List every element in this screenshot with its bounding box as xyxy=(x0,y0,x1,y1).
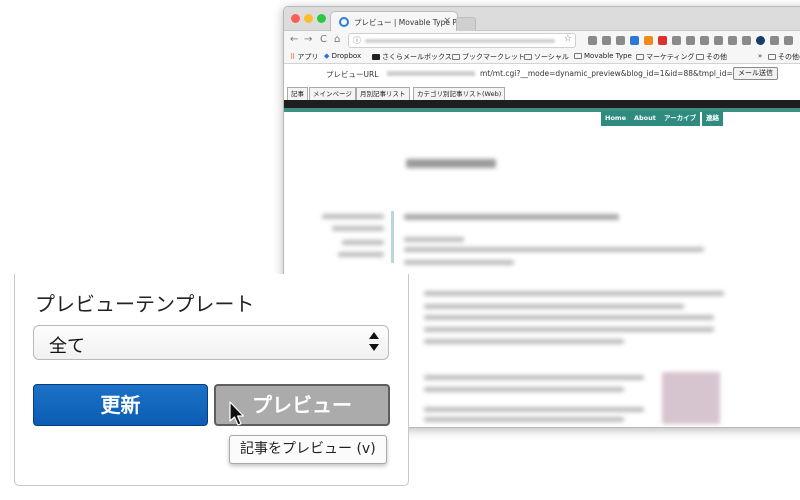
tab-entry[interactable]: 記事 xyxy=(287,87,308,100)
blurred-url-host xyxy=(387,71,475,76)
extension-icon[interactable] xyxy=(588,36,597,45)
tab-strip: プレビュー | Movable Type Pro × xyxy=(284,7,800,32)
preview-url-row: プレビューURL mt/mt.cgi?__mode=dynamic_previe… xyxy=(284,65,800,83)
dropbox-icon: ◆ xyxy=(324,52,330,60)
preview-template-panel: プレビューテンプレート 全て 更新 プレビュー 記事をプレビュー (v) xyxy=(14,274,409,486)
extension-icon[interactable] xyxy=(630,36,639,45)
extension-icon[interactable] xyxy=(616,36,625,45)
folder-icon xyxy=(524,54,532,60)
bookmark-folder-social[interactable]: ソーシャル xyxy=(524,52,569,62)
forward-icon[interactable]: → xyxy=(304,34,312,45)
preview-template-selected-value: 全て xyxy=(49,336,85,357)
send-mail-button[interactable]: メール送信 xyxy=(733,67,778,80)
tab-main-page[interactable]: メインページ xyxy=(309,87,356,100)
reload-icon[interactable]: C xyxy=(320,34,327,45)
extension-icon[interactable] xyxy=(658,36,667,45)
bookmark-star-icon[interactable]: ☆ xyxy=(564,34,572,44)
close-window-button[interactable] xyxy=(291,14,300,23)
sakura-icon xyxy=(372,54,380,60)
extension-icon[interactable] xyxy=(770,36,779,45)
url-input[interactable]: ⓘ ☆ xyxy=(348,33,576,48)
new-tab-button[interactable] xyxy=(456,17,476,31)
site-info-icon[interactable]: ⓘ xyxy=(353,35,361,46)
extension-icon[interactable] xyxy=(714,36,723,45)
bookmark-folder-other-bookmarks[interactable]: その他の xyxy=(768,52,800,62)
tab-preview[interactable]: プレビュー | Movable Type Pro × xyxy=(330,11,464,32)
extension-icon[interactable] xyxy=(672,36,681,45)
tab-category-archive[interactable]: カテゴリ別記事リスト(Web) xyxy=(413,87,506,100)
extension-icon[interactable] xyxy=(686,36,695,45)
extension-icon[interactable] xyxy=(700,36,709,45)
template-tabs: 記事 メインページ 月別記事リスト カテゴリ別記事リスト(Web) xyxy=(284,87,800,100)
home-icon[interactable]: ⌂ xyxy=(334,34,340,45)
extension-icon[interactable] xyxy=(644,36,653,45)
bookmark-sakura-mail[interactable]: さくらメールボックス xyxy=(372,52,452,62)
minimize-window-button[interactable] xyxy=(304,14,313,23)
site-nav-about[interactable]: About xyxy=(630,111,660,126)
bookmark-folder-other[interactable]: その他 xyxy=(696,52,727,62)
maximize-window-button[interactable] xyxy=(317,14,326,23)
select-arrows-icon xyxy=(368,332,380,354)
extension-icon[interactable] xyxy=(784,36,793,45)
extension-icon[interactable] xyxy=(602,36,611,45)
extension-icon[interactable] xyxy=(742,36,751,45)
bookmark-folder-marketing[interactable]: マーケティング xyxy=(636,52,694,62)
preview-template-select[interactable]: 全て xyxy=(33,325,389,360)
folder-icon xyxy=(696,54,704,60)
profile-icon[interactable] xyxy=(756,36,765,45)
tab-close-icon[interactable]: × xyxy=(443,16,451,26)
bookmarks-overflow-icon[interactable]: » xyxy=(758,52,762,60)
mouse-cursor-icon xyxy=(229,401,245,426)
preview-url-label: プレビューURL xyxy=(326,70,379,79)
bookmark-dropbox[interactable]: ◆ Dropbox xyxy=(324,52,361,60)
bookmark-apps[interactable]: ⠿ アプリ xyxy=(290,52,318,62)
site-nav-home[interactable]: Home xyxy=(601,111,631,126)
blurred-url xyxy=(365,39,555,43)
preview-tooltip: 記事をプレビュー (v) xyxy=(229,435,387,464)
folder-icon xyxy=(574,53,582,59)
site-nav-archive[interactable]: アーカイブ xyxy=(660,111,701,126)
bookmarks-bar: ⠿ アプリ ◆ Dropbox さくらメールボックス ブックマークレット ソーシ… xyxy=(284,51,800,64)
extension-icon[interactable] xyxy=(728,36,737,45)
bookmark-folder-bookmarklet[interactable]: ブックマークレット xyxy=(452,52,525,62)
bookmark-folder-movable-type[interactable]: Movable Type xyxy=(574,52,632,60)
site-nav-contact[interactable]: 連絡 xyxy=(702,111,723,126)
site-header-bar xyxy=(284,100,800,108)
folder-icon xyxy=(768,54,776,60)
preview-template-label: プレビューテンプレート xyxy=(35,292,255,316)
folder-icon xyxy=(452,54,460,60)
movable-type-favicon-icon xyxy=(339,17,349,27)
preview-url-text[interactable]: mt/mt.cgi?__mode=dynamic_preview&blog_id… xyxy=(480,69,774,78)
update-button[interactable]: 更新 xyxy=(33,384,208,426)
back-icon[interactable]: ← xyxy=(290,34,298,45)
address-bar: ← → C ⌂ ⓘ ☆ xyxy=(284,31,800,51)
tab-monthly-archive[interactable]: 月別記事リスト xyxy=(356,87,410,100)
folder-icon xyxy=(636,54,644,60)
